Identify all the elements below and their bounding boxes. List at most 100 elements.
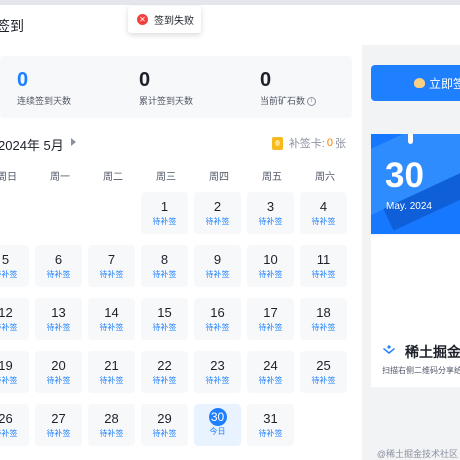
calendar-day[interactable]: 27 待补签	[35, 404, 82, 446]
day-status: 待补签	[0, 429, 18, 438]
stat-consecutive: 0 连续签到天数	[17, 68, 71, 107]
page-header: 签到	[0, 5, 460, 45]
day-number: 12	[0, 305, 13, 320]
day-number: 2	[213, 199, 222, 214]
calendar-day[interactable]: 22 待补签	[141, 351, 188, 393]
calendar-day[interactable]: 23 待补签	[194, 351, 241, 393]
calendar-day[interactable]: 19 待补签	[0, 351, 29, 393]
calendar-day[interactable]: 9 待补签	[194, 245, 241, 287]
calendar-day[interactable]: 16 待补签	[194, 298, 241, 340]
day-number: 23	[210, 358, 225, 373]
calendar-day[interactable]: 21 待补签	[88, 351, 135, 393]
calendar-day[interactable]: 28 待补签	[88, 404, 135, 446]
weekday-header: 周日 周一 周二 周三 周四 周五 周六	[0, 168, 352, 183]
error-toast: ✕ 签到失败	[128, 6, 201, 33]
day-number: 29	[157, 411, 172, 426]
day-number: 6	[54, 252, 63, 267]
pin-icon	[408, 134, 413, 144]
calendar-day[interactable]: 8 待补签	[141, 245, 188, 287]
day-status: 待补签	[152, 270, 177, 279]
juejin-logo-icon	[383, 345, 395, 354]
calendar-day[interactable]: 4 待补签	[300, 192, 347, 234]
day-number: 26	[0, 411, 13, 426]
day-number: 14	[104, 305, 119, 320]
calendar-day[interactable]: 7 待补签	[88, 245, 135, 287]
card-count: 0	[326, 137, 333, 149]
calendar-day[interactable]: 31 待补签	[247, 404, 294, 446]
day-status: 待补签	[205, 217, 230, 226]
day-number: 3	[266, 199, 275, 214]
brand-name: 稀土掘金	[405, 344, 460, 360]
calendar-day[interactable]: 2 待补签	[194, 192, 241, 234]
calendar-day[interactable]: 13 待补签	[35, 298, 82, 340]
calendar-day[interactable]: 17 待补签	[247, 298, 294, 340]
day-number: 28	[104, 411, 119, 426]
weekday-label: 周五	[262, 172, 282, 183]
day-status: 待补签	[258, 429, 283, 438]
calendar-day[interactable]: 15 待补签	[141, 298, 188, 340]
calendar-day[interactable]: 3 待补签	[247, 192, 294, 234]
calendar-day[interactable]: 12 待补签	[0, 298, 29, 340]
day-status: 待补签	[46, 323, 71, 332]
day-status: 待补签	[0, 270, 18, 279]
day-status: 待补签	[311, 270, 336, 279]
stat-value: 0	[139, 69, 151, 91]
weekday-label: 周四	[209, 172, 229, 183]
day-status: 待补签	[99, 323, 124, 332]
right-sidebar: 立即签到 30 May. 2024 稀土掘金 扫描右侧二维码分享给好友	[362, 45, 460, 460]
weekday-label: 周日	[0, 172, 17, 183]
day-status: 待补签	[46, 270, 71, 279]
calendar-day[interactable]: 24 待补签	[247, 351, 294, 393]
day-number: 10	[263, 252, 278, 267]
calendar-day[interactable]: 10 待补签	[247, 245, 294, 287]
card-icon	[271, 136, 283, 150]
stats-bar: 0 连续签到天数 0 累计签到天数 0 当前矿石数 i	[0, 56, 352, 118]
day-status: 待补签	[152, 429, 177, 438]
calendar-day[interactable]: 11 待补签	[300, 245, 347, 287]
day-status: 待补签	[152, 217, 177, 226]
calendar-day[interactable]: 5 待补签	[0, 245, 29, 287]
day-status: 今日	[209, 427, 226, 436]
info-icon[interactable]: i	[307, 97, 317, 107]
day-number: 9	[213, 252, 222, 267]
signin-page: 签到 ✕ 签到失败 0 连续签到天数 0 累计签到天数 0 当前矿石数 i 202…	[0, 0, 460, 460]
day-number: 20	[51, 358, 66, 373]
stat-ore: 0 当前矿石数 i	[260, 68, 317, 107]
day-number: 1	[160, 199, 169, 214]
day-status: 待补签	[258, 323, 283, 332]
calendar-day-today[interactable]: 30 今日	[194, 404, 241, 446]
calendar-day[interactable]: 25 待补签	[300, 351, 347, 393]
stat-value: 0	[260, 69, 272, 91]
date-card-day: 30	[385, 156, 424, 195]
card-unit: 张	[335, 138, 346, 150]
weekday-label: 周三	[156, 172, 176, 183]
day-number: 15	[157, 305, 172, 320]
signin-button[interactable]: 立即签到	[371, 65, 460, 101]
date-card: 30 May. 2024	[371, 134, 460, 234]
calendar-day[interactable]: 18 待补签	[300, 298, 347, 340]
day-number: 25	[316, 358, 331, 373]
makeup-card-info: 补签卡: 0 张	[271, 135, 346, 151]
stat-label: 连续签到天数	[17, 96, 72, 106]
weekday-label: 周一	[50, 172, 70, 183]
day-status: 待补签	[205, 270, 230, 279]
stat-label: 累计签到天数	[139, 96, 194, 106]
chevron-right-icon[interactable]	[71, 138, 76, 146]
day-status: 待补签	[46, 376, 71, 385]
brand-subtext: 扫描右侧二维码分享给好友	[382, 366, 460, 375]
day-number: 8	[160, 252, 169, 267]
calendar-day[interactable]: 1 待补签	[141, 192, 188, 234]
day-status: 待补签	[152, 376, 177, 385]
day-number: 7	[107, 252, 116, 267]
day-status: 待补签	[258, 217, 283, 226]
calendar-day[interactable]: 26 待补签	[0, 404, 29, 446]
page-title: 签到	[0, 18, 24, 34]
calendar-day[interactable]: 20 待补签	[35, 351, 82, 393]
calendar-day[interactable]: 6 待补签	[35, 245, 82, 287]
day-status: 待补签	[205, 376, 230, 385]
stat-label-text: 当前矿石数	[260, 96, 306, 106]
day-number: 16	[210, 305, 225, 320]
calendar-day[interactable]: 29 待补签	[141, 404, 188, 446]
calendar-day[interactable]: 14 待补签	[88, 298, 135, 340]
day-status: 待补签	[0, 376, 18, 385]
